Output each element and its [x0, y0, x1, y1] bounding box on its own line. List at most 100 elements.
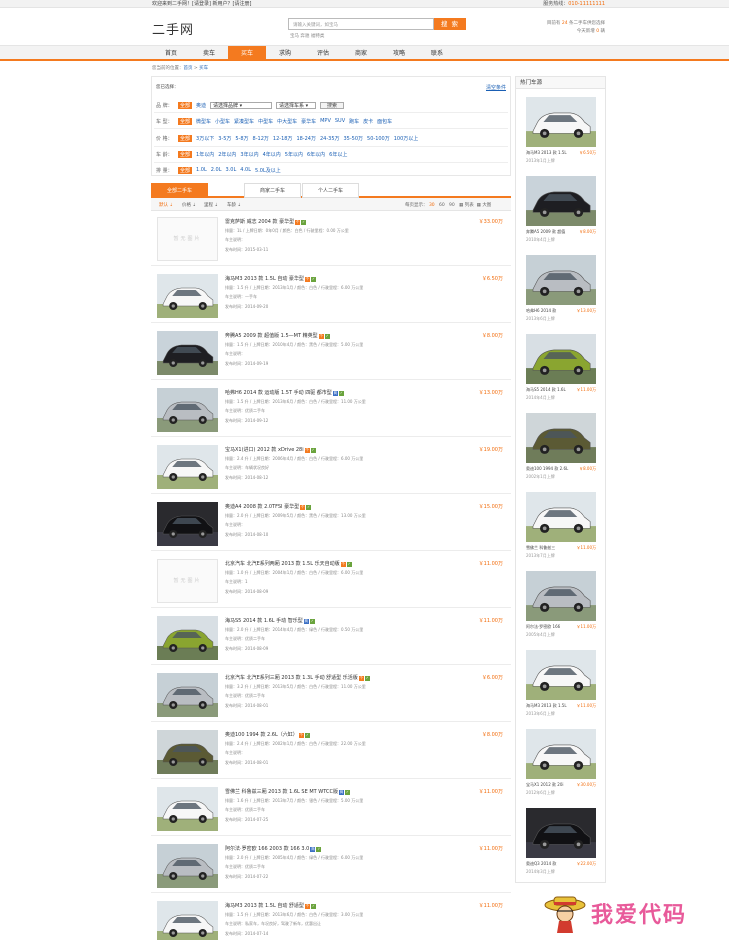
hot-car-name[interactable]: 阿尔法·罗密欧 166 [526, 624, 560, 630]
car-photo[interactable] [157, 844, 218, 888]
car-listing-row[interactable]: 哈弗H6 2014 款 运动版 1.5T 手动 四驱 都市型商 ✓ 排量：1.5 升… [151, 382, 511, 437]
hot-car-name[interactable]: 哈弗H6 2014 款 [526, 308, 556, 314]
sort-default[interactable]: 默认 ⇣ [159, 202, 173, 208]
hot-car-card[interactable]: 宝马X1 2012 款 20i ￥30.00万 2012年6月上牌 [526, 729, 596, 801]
car-title[interactable]: 奥迪100 1994 款 2.6L（六缸）个 ✓ [225, 731, 310, 738]
hot-car-card[interactable]: 海马M3 2013 款 1.5L ￥11.00万 2013年6月上牌 [526, 650, 596, 722]
car-listing-row[interactable]: 阿尔法·罗密欧 166 2003 款 166 3.0 商 ✓ 排量：2.0 升 / 上… [151, 838, 511, 893]
hot-car-card[interactable]: 哈弗H6 2014 款 ￥13.00万 2013年6月上牌 [526, 255, 596, 327]
list-view-icon[interactable]: ▦ [459, 203, 463, 208]
nav-item[interactable]: 买车 [228, 46, 266, 61]
age-option[interactable]: 3年以内 [240, 151, 258, 158]
cartype-option[interactable]: 中型车 [258, 118, 273, 125]
hot-car-photo[interactable] [526, 334, 596, 384]
cartype-option[interactable]: 面包车 [377, 118, 392, 125]
hot-car-card[interactable]: 雪佛兰 科鲁兹三 ￥11.00万 2013年7月上牌 [526, 492, 596, 564]
car-photo[interactable] [157, 787, 218, 831]
car-title[interactable]: 雷克萨斯 威志 2004 款 豪华型个 ✓ [225, 218, 307, 225]
cartype-option[interactable]: MPV [320, 118, 331, 124]
price-option[interactable]: 50-100万 [367, 135, 390, 142]
list-view-button[interactable]: 列表 [465, 203, 474, 208]
price-option[interactable]: 5-8万 [235, 135, 248, 142]
breadcrumb-current[interactable]: 买车 [199, 66, 208, 71]
price-option[interactable]: 18-24万 [296, 135, 316, 142]
nav-item[interactable]: 评估 [304, 46, 342, 61]
car-listing-row[interactable]: 雪佛兰 科鲁兹三厢 2013 款 1.6L SE MT WTCC版商 ✓ 排量：1.… [151, 781, 511, 836]
hot-words[interactable]: 宝马 奔驰 福特类 [290, 33, 324, 39]
hot-car-name[interactable]: 海马M3 2013 款 1.5L [526, 150, 567, 156]
car-listing-row[interactable]: 宝马X1(进口) 2012 款 xDrive 28i 个 ✓ 排量：2.4 升 / 上… [151, 439, 511, 494]
age-option[interactable]: 2年以内 [218, 151, 236, 158]
price-option[interactable]: 8-12万 [253, 135, 269, 142]
nav-item[interactable]: 联系 [418, 46, 456, 61]
brand-select[interactable]: 请选择品牌 ▾ [210, 101, 273, 109]
hot-car-photo[interactable] [526, 650, 596, 700]
hot-car-name[interactable]: 宝马X1 2012 款 20i [526, 782, 563, 788]
sort-price[interactable]: 价格 ⇣ [182, 202, 196, 208]
car-listing-row[interactable]: 海马S5 2014 款 1.6L 手动 智乐型商 ✓ 排量：2.0 升 / 上牌日期… [151, 610, 511, 665]
car-title[interactable]: 奥迪A4 2008 款 2.0TFSI 豪华型个 ✓ [225, 503, 312, 510]
per-page-60[interactable]: 60 [439, 203, 445, 208]
car-listing-row[interactable]: 暂无图片 北京汽车 北汽E系列两厢 2013 款 1.5L 乐天自动版个 ✓ 排量：1… [151, 553, 511, 608]
age-option[interactable]: 4年以内 [263, 151, 281, 158]
no-image-placeholder[interactable]: 暂无图片 [157, 217, 218, 261]
cartype-option[interactable]: 皮卡 [363, 118, 373, 125]
grid-view-icon[interactable]: ▦ [477, 203, 481, 208]
search-button[interactable]: 搜 索 [434, 18, 466, 30]
hot-car-photo[interactable] [526, 255, 596, 305]
disp-all[interactable]: 全部 [178, 166, 193, 174]
hot-car-photo[interactable] [526, 808, 596, 858]
car-title[interactable]: 雪佛兰 科鲁兹三厢 2013 款 1.6L SE MT WTCC版商 ✓ [225, 788, 350, 795]
price-option[interactable]: 35-50万 [344, 135, 364, 142]
car-photo[interactable] [157, 502, 218, 546]
nav-item[interactable]: 卖车 [190, 46, 228, 61]
age-option[interactable]: 6年以上 [329, 151, 347, 158]
hot-car-name[interactable]: 奥迪Q3 2014 款 [526, 861, 556, 867]
hot-car-card[interactable]: 海马S5 2014 款 1.6L ￥11.00万 2014年4月上牌 [526, 334, 596, 406]
hot-car-card[interactable]: 阿尔法·罗密欧 166 ￥11.00万 2005年4月上牌 [526, 571, 596, 643]
nav-item[interactable]: 商家 [342, 46, 380, 61]
cartype-option[interactable]: SUV [335, 118, 345, 124]
age-all[interactable]: 全部 [178, 150, 193, 158]
breadcrumb-home[interactable]: 首页 [184, 66, 193, 71]
car-listing-row[interactable]: 海马M3 2013 款 1.5L 自动 豪华型个 ✓ 排量：1.5 升 / 上牌日期… [151, 268, 511, 323]
cartype-option[interactable]: 小型车 [215, 118, 230, 125]
age-option[interactable]: 6年以内 [307, 151, 325, 158]
car-listing-row[interactable]: 北京汽车 北汽E系列三厢 2013 款 1.3L 手动 舒适型 乐活版个 ✓ 排量：… [151, 667, 511, 722]
hot-car-photo[interactable] [526, 571, 596, 621]
cartype-option[interactable]: 跑车 [349, 118, 359, 125]
brand-option[interactable]: 奥迪 [196, 102, 206, 109]
age-option[interactable]: 1年以内 [196, 151, 214, 158]
cartype-option[interactable]: 紧凑型车 [234, 118, 254, 125]
nav-item[interactable]: 首页 [152, 46, 190, 61]
car-title[interactable]: 北京汽车 北汽E系列两厢 2013 款 1.5L 乐天自动版个 ✓ [225, 560, 352, 567]
car-photo[interactable] [157, 673, 218, 717]
hot-car-name[interactable]: 奔腾A5 2009 款 超值 [526, 229, 565, 235]
hot-car-name[interactable]: 海马S5 2014 款 1.6L [526, 387, 566, 393]
clear-filters-link[interactable]: 清空条件 [486, 84, 506, 91]
type-all[interactable]: 全部 [178, 117, 193, 125]
brand-all[interactable]: 全部 [178, 101, 193, 109]
per-page-30[interactable]: 30 [429, 203, 435, 208]
site-logo[interactable]: 二手网 [152, 19, 194, 38]
hot-car-photo[interactable] [526, 492, 596, 542]
price-option[interactable]: 3万以下 [196, 135, 214, 142]
price-option[interactable]: 24-35万 [320, 135, 340, 142]
price-option[interactable]: 3-5万 [218, 135, 231, 142]
car-title[interactable]: 宝马X1(进口) 2012 款 xDrive 28i 个 ✓ [225, 446, 316, 453]
price-all[interactable]: 全部 [178, 134, 193, 142]
car-listing-row[interactable]: 暂无图片 雷克萨斯 威志 2004 款 豪华型个 ✓ 排量：1L / 上牌日期：0年0… [151, 211, 511, 266]
tab-dealer[interactable]: 商家二手车 [244, 183, 301, 198]
car-title[interactable]: 海马M3 2013 款 1.5L 自动 舒适型个 ✓ [225, 902, 316, 909]
car-listing-row[interactable]: 奥迪A4 2008 款 2.0TFSI 豪华型个 ✓ 排量：2.0 升 / 上牌日期… [151, 496, 511, 551]
car-title[interactable]: 海马S5 2014 款 1.6L 手动 智乐型商 ✓ [225, 617, 315, 624]
tab-all[interactable]: 全部二手车 [151, 183, 208, 198]
hot-car-photo[interactable] [526, 413, 596, 463]
tab-private[interactable]: 个人二手车 [302, 183, 359, 198]
car-photo[interactable] [157, 445, 218, 489]
car-photo[interactable] [157, 331, 218, 375]
nav-item[interactable]: 攻略 [380, 46, 418, 61]
welcome-text[interactable]: 欢迎来到二手网！[请登录] 新用户？[请注册] [152, 0, 251, 7]
hot-car-card[interactable]: 海马M3 2013 款 1.5L ￥6.50万 2013年1月上牌 [526, 97, 596, 169]
price-option[interactable]: 100万以上 [394, 135, 419, 142]
